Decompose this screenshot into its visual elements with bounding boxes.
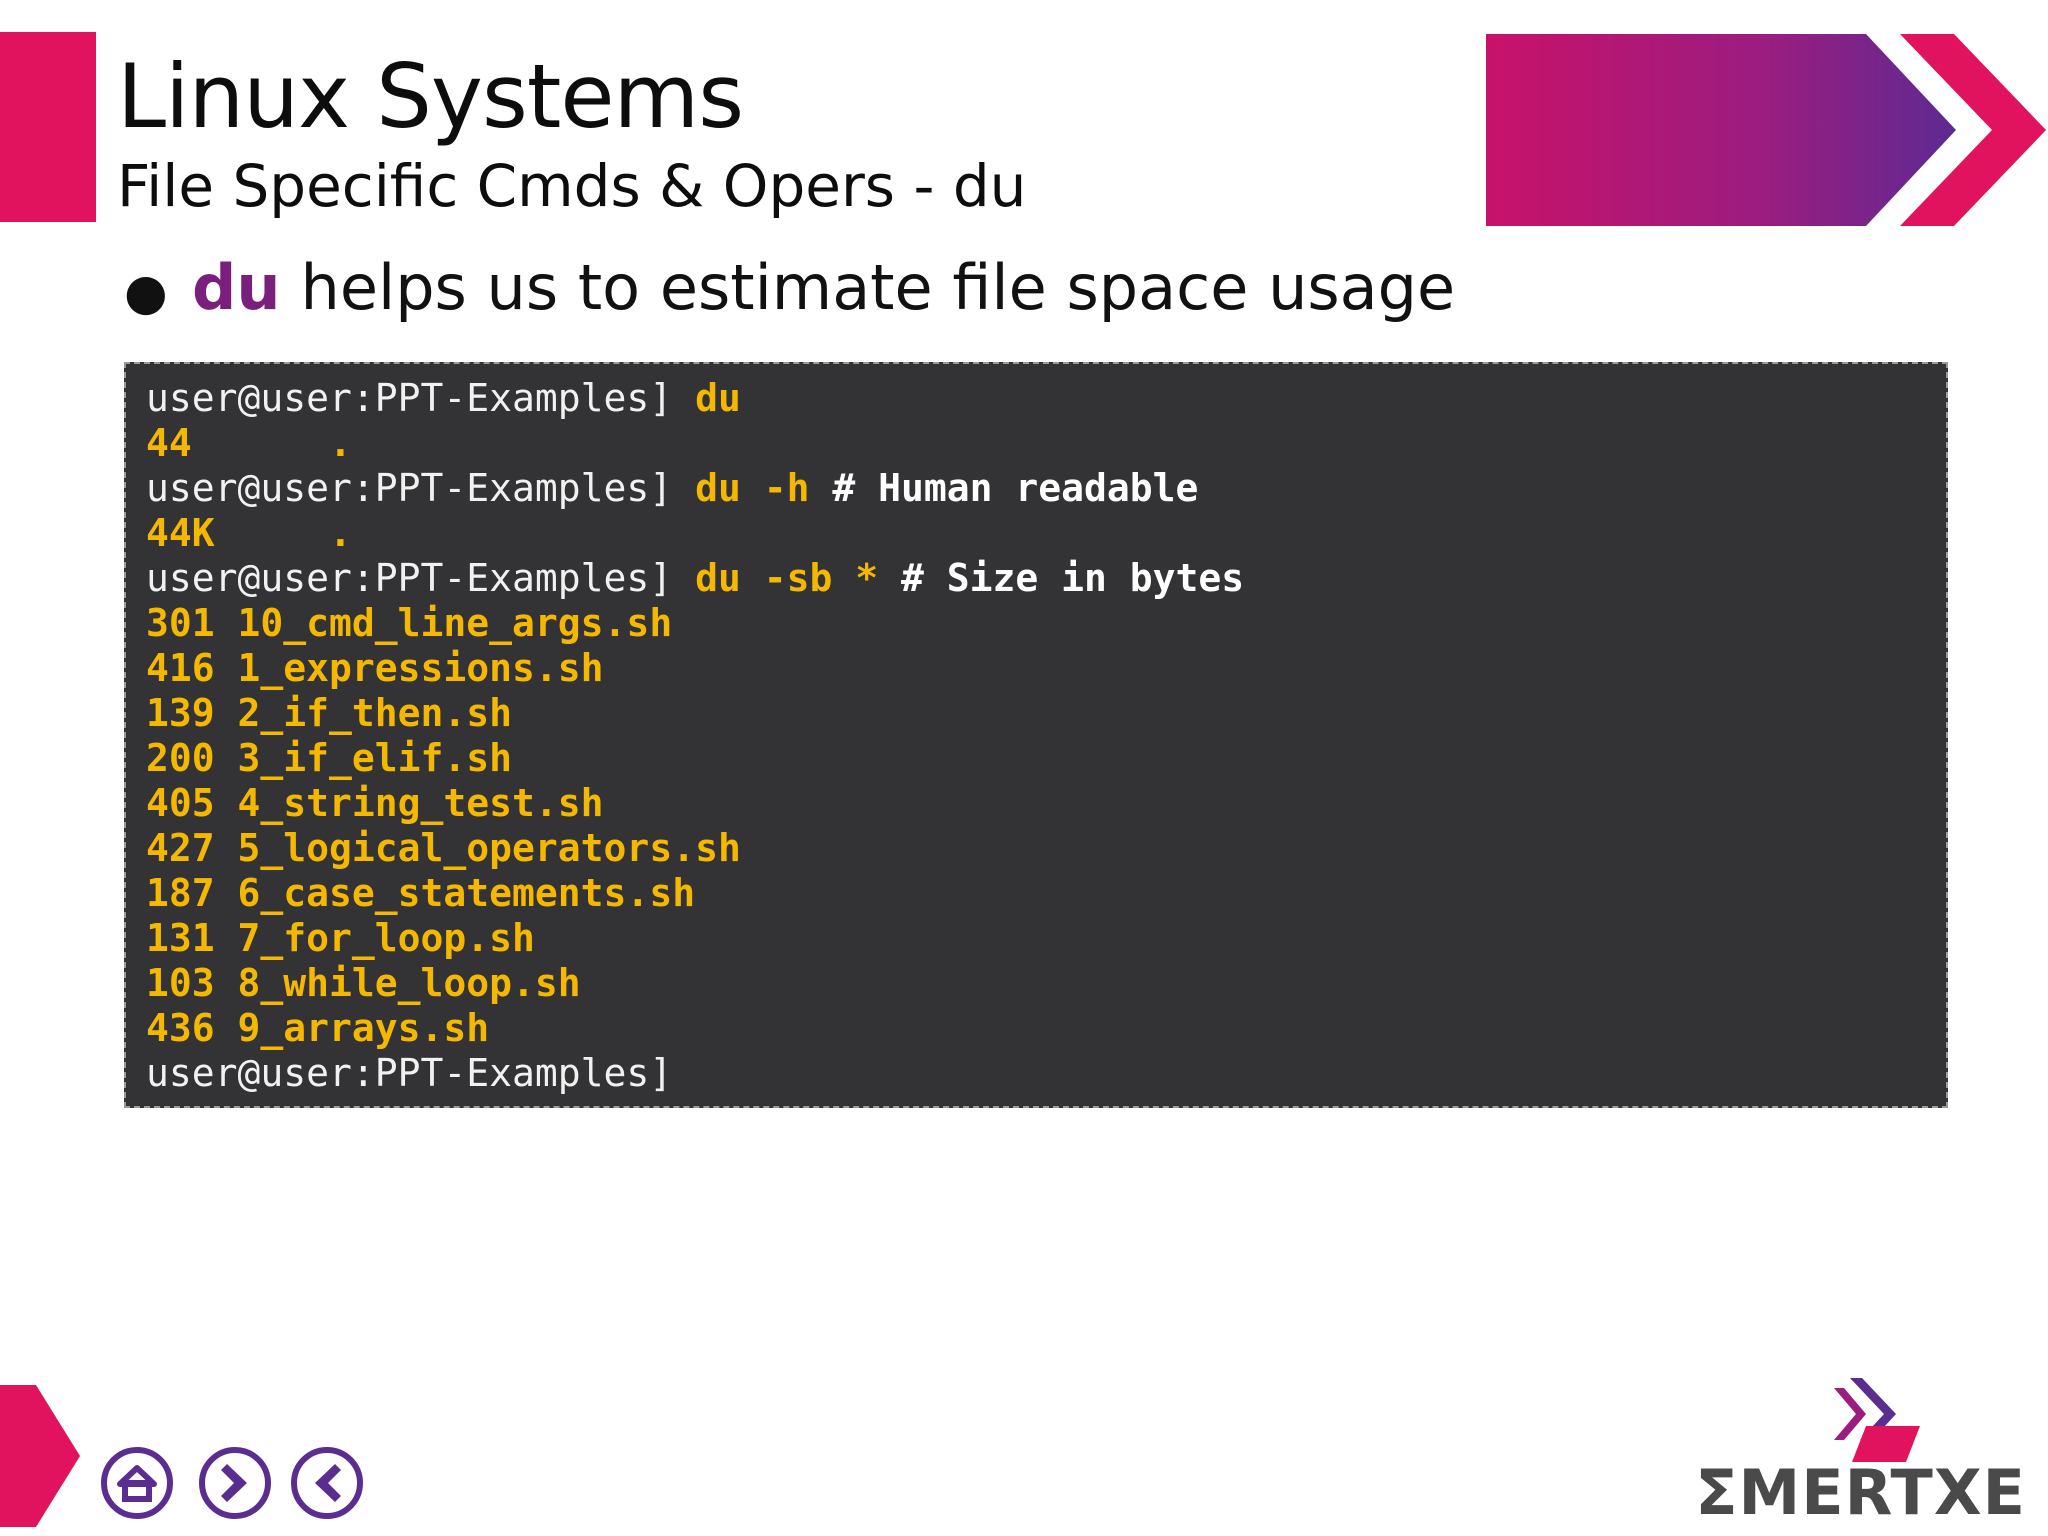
terminal-line: 103 8_while_loop.sh — [146, 961, 1946, 1006]
terminal-line: 44 . — [146, 421, 1946, 466]
terminal-line: 187 6_case_statements.sh — [146, 871, 1946, 916]
header-banner — [1486, 34, 2046, 226]
previous-button[interactable] — [290, 1446, 364, 1520]
terminal-line: 44K . — [146, 511, 1946, 556]
emertxe-logo-icon — [1834, 1378, 1920, 1462]
terminal-line: 301 10_cmd_line_args.sh — [146, 601, 1946, 646]
terminal-line: user@user:PPT-Examples] du — [146, 376, 1946, 421]
terminal-line: 405 4_string_test.sh — [146, 781, 1946, 826]
bullet-icon: ● — [124, 263, 168, 321]
terminal-command: du -h — [695, 466, 810, 510]
terminal-line: 200 3_if_elif.sh — [146, 736, 1946, 781]
header-accent-bar — [0, 32, 96, 222]
bullet-point: ● du helps us to estimate file space usa… — [124, 246, 1455, 334]
chevron-right-icon — [199, 1447, 271, 1519]
terminal-prompt: user@user:PPT-Examples] — [146, 466, 673, 510]
terminal-output-line: 187 6_case_statements.sh — [146, 871, 696, 915]
home-button[interactable] — [100, 1446, 174, 1520]
terminal-line: user@user:PPT-Examples] du -sb * # Size … — [146, 556, 1946, 601]
terminal-line: 139 2_if_then.sh — [146, 691, 1946, 736]
terminal-output-line: 200 3_if_elif.sh — [146, 736, 513, 780]
terminal-output-line: 44 . — [146, 421, 352, 465]
next-button[interactable] — [198, 1446, 272, 1520]
terminal-output-line: 139 2_if_then.sh — [146, 691, 513, 735]
footer-accent-arrow — [0, 1385, 80, 1527]
home-icon — [101, 1447, 173, 1519]
terminal-output-line: 301 10_cmd_line_args.sh — [146, 601, 673, 645]
terminal-line: 416 1_expressions.sh — [146, 646, 1946, 691]
terminal-comment: # Human readable — [832, 466, 1199, 510]
terminal-line: 427 5_logical_operators.sh — [146, 826, 1946, 871]
terminal-prompt: user@user:PPT-Examples] — [146, 376, 673, 420]
terminal-output: user@user:PPT-Examples] du 44 . user@user:… — [124, 362, 1948, 1108]
terminal-output-line: 44K . — [146, 511, 352, 555]
terminal-line: 436 9_arrays.sh — [146, 1006, 1946, 1051]
emertxe-logo: ΣMERTXE — [1695, 1456, 2026, 1529]
terminal-prompt: user@user:PPT-Examples] — [146, 1051, 673, 1095]
terminal-command: du — [695, 376, 741, 420]
terminal-line: 131 7_for_loop.sh — [146, 916, 1946, 961]
slide-title: Linux Systems — [117, 45, 744, 148]
terminal-output-line: 131 7_for_loop.sh — [146, 916, 535, 960]
terminal-output-line: 436 9_arrays.sh — [146, 1006, 490, 1050]
terminal-output-line: 427 5_logical_operators.sh — [146, 826, 741, 870]
slide-subtitle: File Specific Cmds & Opers - du — [117, 152, 1027, 220]
terminal-output-line: 103 8_while_loop.sh — [146, 961, 581, 1005]
terminal-line: user@user:PPT-Examples] — [146, 1051, 1946, 1096]
terminal-comment: # Size in bytes — [901, 556, 1245, 600]
terminal-output-line: 405 4_string_test.sh — [146, 781, 604, 825]
terminal-output-line: 416 1_expressions.sh — [146, 646, 604, 690]
terminal-command: du -sb * — [695, 556, 879, 600]
terminal-prompt: user@user:PPT-Examples] — [146, 556, 673, 600]
terminal-line: user@user:PPT-Examples] du -h # Human re… — [146, 466, 1946, 511]
bullet-keyword: du — [192, 251, 281, 324]
chevron-left-icon — [291, 1447, 363, 1519]
bullet-text: helps us to estimate file space usage — [300, 251, 1456, 324]
